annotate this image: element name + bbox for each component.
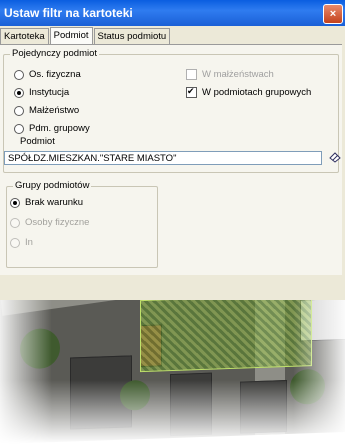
selected-parcel[interactable] — [140, 294, 312, 373]
tab-bar: Kartoteka Podmiot Status podmiotu — [0, 27, 171, 44]
radio-os-fizyczna[interactable]: Os. fizyczna — [14, 69, 81, 80]
eraser-icon[interactable] — [329, 151, 341, 163]
title-bar: Ustaw filtr na kartoteki × — [0, 0, 345, 26]
tab-status-podmiotu[interactable]: Status podmiotu — [93, 28, 171, 44]
checkbox-w-malzenstwach[interactable]: W małżeństwach — [186, 69, 274, 80]
checkbox-w-podmiotach-grupowych[interactable]: W podmiotach grupowych — [186, 87, 311, 98]
radio-osoby-fizyczne[interactable]: Osoby fizyczne — [10, 217, 89, 228]
tab-panel: Pojedynczy podmiot Os. fizyczna Instytuc… — [0, 44, 342, 275]
window-title: Ustaw filtr na kartoteki — [4, 6, 133, 20]
tab-kartoteka[interactable]: Kartoteka — [0, 28, 49, 44]
subject-label: Podmiot — [20, 136, 55, 147]
radio-instytucja[interactable]: Instytucja — [14, 87, 69, 98]
radio-inne[interactable]: In — [10, 237, 33, 248]
radio-malzenstwo[interactable]: Małżeństwo — [14, 105, 79, 116]
close-button[interactable]: × — [323, 4, 343, 24]
filter-dialog: Ustaw filtr na kartoteki × Kartoteka Pod… — [0, 0, 345, 300]
tab-podmiot[interactable]: Podmiot — [49, 27, 93, 44]
radio-brak-warunku[interactable]: Brak warunku — [10, 197, 83, 208]
subject-field[interactable]: SPÓŁDZ.MIESZKAN."STARE MIASTO" — [4, 151, 322, 165]
single-subject-group-label: Pojedynczy podmiot — [10, 48, 100, 59]
subject-groups-group-label: Grupy podmiotów — [13, 180, 92, 191]
radio-pdm-grupowy[interactable]: Pdm. grupowy — [14, 123, 90, 134]
